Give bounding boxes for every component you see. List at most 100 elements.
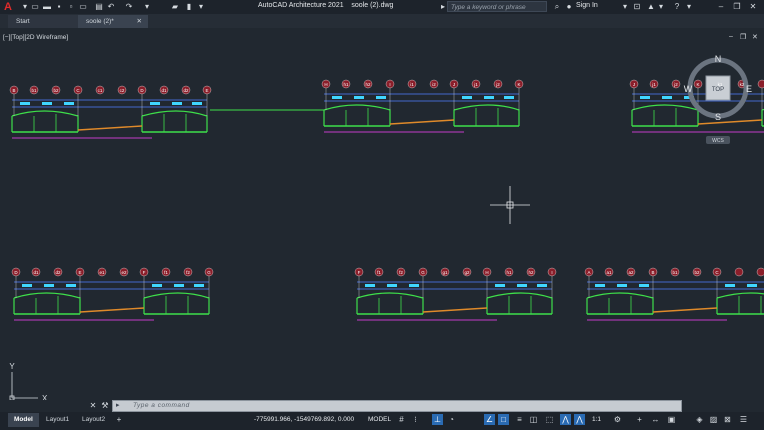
undo-icon[interactable]: ↶ — [106, 2, 116, 12]
section-drawing-row2-b[interactable] — [354, 267, 557, 321]
grid-bubble-label: h1 — [343, 82, 349, 87]
annotation-visibility-icon[interactable]: ⋀ — [560, 414, 571, 425]
app-dropdown-icon[interactable]: ▾ — [656, 2, 666, 12]
sign-in-link[interactable]: Sign In — [576, 2, 598, 9]
grid-bubble-label: b1 — [672, 270, 678, 275]
tab-document[interactable]: soole (2)* ✕ — [78, 15, 148, 28]
snap-icon[interactable]: ⁝ — [410, 414, 421, 425]
object-snap-icon[interactable]: □ — [498, 414, 509, 425]
share-drawing-icon[interactable]: ▮ — [184, 2, 194, 12]
layout-tab-layout1[interactable]: Layout1 — [40, 413, 75, 427]
clean-screen-icon[interactable]: ⊠ — [722, 414, 733, 425]
selection-cycling-icon[interactable]: ⬚ — [544, 414, 555, 425]
grid-bubble-label: g1 — [442, 270, 448, 275]
grid-bubble-label: i2 — [432, 82, 436, 87]
transparency-icon[interactable]: ◫ — [528, 414, 539, 425]
grid-bubble-label: H — [485, 270, 488, 275]
customization-icon[interactable]: ☰ — [738, 414, 749, 425]
section-drawing-row1-a[interactable] — [9, 85, 212, 139]
workspace-gear-icon[interactable]: ⚙ — [612, 414, 623, 425]
command-line[interactable]: ▸ Type a command — [112, 400, 682, 412]
quick-access-dropdown-icon[interactable]: ▾ — [142, 2, 152, 12]
redo-icon[interactable]: ↷ — [124, 2, 134, 12]
quick-properties-icon[interactable]: ▣ — [666, 414, 677, 425]
plot-icon[interactable]: ▤ — [94, 2, 104, 12]
grid-bubble-label: j2 — [673, 82, 678, 87]
grid-bubble-label: f1 — [377, 270, 381, 275]
grid-bubble-label: K — [517, 82, 520, 87]
viewcube-top-label[interactable]: TOP — [712, 87, 724, 93]
grid-bubble-label: d1 — [33, 270, 39, 275]
grid-bubble-label: F — [358, 270, 361, 275]
compass-west[interactable]: W — [684, 84, 693, 94]
grid-bubble-label: d1 — [161, 88, 167, 93]
grid-bubble-label: f2 — [399, 270, 403, 275]
restore-icon[interactable]: ❐ — [732, 2, 742, 12]
grid-bubble-label: J — [453, 82, 455, 87]
polar-tracking-icon[interactable]: ◔ — [446, 414, 457, 425]
web-mobile-icon[interactable]: ▭ — [78, 2, 88, 12]
user-icon[interactable]: ● — [564, 2, 574, 12]
autocad-logo[interactable]: A — [2, 1, 14, 13]
open-folder-icon[interactable]: ▬ — [42, 2, 52, 12]
grid-bubble-label: d2 — [55, 270, 61, 275]
workspace-dropdown-icon[interactable]: ▾ — [196, 2, 206, 12]
search-icon[interactable]: ⌕ — [552, 2, 562, 12]
wcs-menu[interactable]: WCS — [712, 138, 724, 144]
autodesk-app-icon[interactable]: ▲ — [646, 2, 656, 12]
command-input[interactable]: Type a command — [133, 402, 190, 409]
units-icon[interactable]: ↔ — [650, 414, 661, 425]
grid-bubble-label: F — [143, 270, 146, 275]
add-layout-icon[interactable]: + — [114, 415, 124, 425]
section-drawing-row2-a[interactable] — [11, 267, 214, 321]
help-search-input[interactable]: Type a keyword or phrase — [447, 1, 547, 12]
grid-bubble-label: G — [421, 270, 425, 275]
osnap-tracking-icon[interactable]: ∠ — [484, 414, 495, 425]
grid-bubble-label: b1 — [31, 88, 37, 93]
help-icon[interactable]: ? — [672, 2, 682, 12]
minimize-icon[interactable]: – — [716, 2, 726, 12]
compass-north[interactable]: N — [715, 54, 722, 64]
grid-bubble-label: d2 — [183, 88, 189, 93]
tab-close-icon[interactable]: ✕ — [137, 15, 142, 28]
signin-dropdown-icon[interactable]: ▾ — [620, 2, 630, 12]
command-customize-icon[interactable]: ⚒ — [100, 401, 110, 411]
new-file-icon[interactable]: ▭ — [30, 2, 40, 12]
save-as-icon[interactable]: ▫ — [66, 2, 76, 12]
isolate-objects-icon[interactable]: ◈ — [694, 414, 705, 425]
layout-tab-model[interactable]: Model — [8, 413, 39, 427]
grid-bubble-label: J — [633, 82, 635, 87]
grid-icon[interactable]: # — [396, 414, 407, 425]
drawing-canvas[interactable]: TOP N S E W WCS Y X Bb1 b2 Cc1 c2 Dd1 d2 EH h1 h… — [0, 28, 764, 400]
grid-bubble-label: h1 — [506, 270, 512, 275]
cursor-coordinates[interactable]: -775991.966, -1549769.892, 0.000 — [254, 416, 354, 423]
ucs-y-label: Y — [9, 362, 15, 371]
app-menu-icon[interactable]: ▾ — [20, 2, 30, 12]
grid-bubble-label: e2 — [121, 270, 127, 275]
window-title: AutoCAD Architecture 2021 soole (2).dwg — [258, 2, 394, 9]
layout-tab-layout2[interactable]: Layout2 — [76, 413, 111, 427]
annotation-monitor-icon[interactable]: + — [634, 414, 645, 425]
command-close-icon[interactable]: ✕ — [88, 401, 98, 411]
close-icon[interactable]: ✕ — [748, 2, 758, 12]
save-icon[interactable]: ▪ — [54, 2, 64, 12]
command-history-icon[interactable]: ▸ — [116, 401, 120, 409]
grid-bubble-label: h2 — [365, 82, 371, 87]
lineweight-icon[interactable]: ≡ — [514, 414, 525, 425]
help-dropdown-icon[interactable]: ▾ — [684, 2, 694, 12]
grid-bubble-label: b2 — [694, 270, 700, 275]
section-drawing-row2-c[interactable] — [584, 267, 764, 321]
section-drawing-row1-b[interactable] — [321, 79, 524, 133]
cart-icon[interactable]: ⊡ — [632, 2, 642, 12]
ortho-icon[interactable]: ⊥ — [432, 414, 443, 425]
grid-bubble-label: E — [205, 88, 208, 93]
model-space-toggle[interactable]: MODEL — [368, 416, 391, 423]
tab-start[interactable]: Start — [8, 15, 78, 28]
hardware-acceleration-icon[interactable]: ▨ — [708, 414, 719, 425]
viewcube[interactable]: TOP N S E W WCS — [684, 54, 752, 144]
compass-east[interactable]: E — [746, 84, 752, 94]
annotation-scale[interactable]: 1:1 — [592, 416, 601, 423]
compass-south[interactable]: S — [715, 112, 721, 122]
auto-scale-icon[interactable]: ⋀ — [574, 414, 585, 425]
share-icon[interactable]: ▰ — [170, 2, 180, 12]
